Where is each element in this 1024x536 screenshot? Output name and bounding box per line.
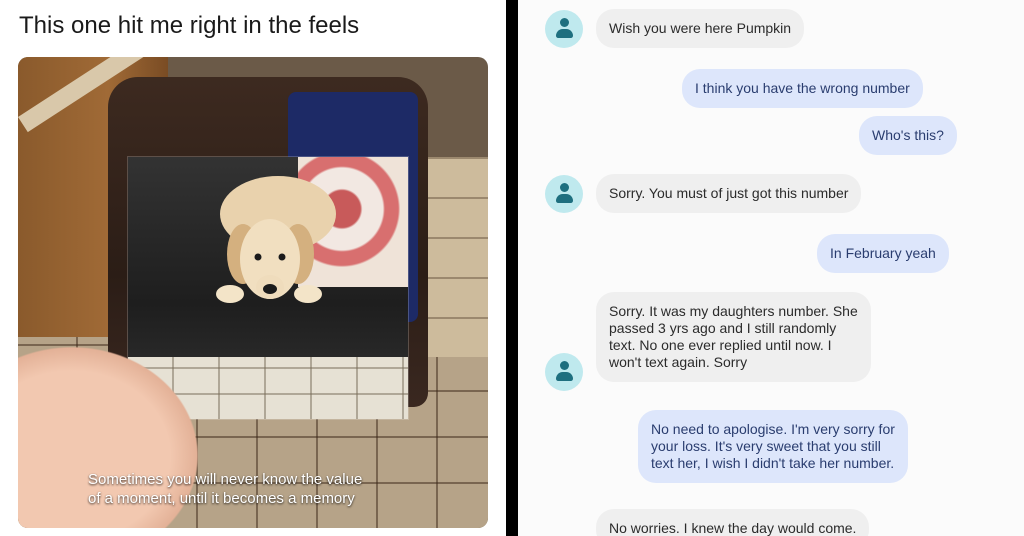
incoming-message: Wish you were here Pumpkin xyxy=(596,9,805,48)
caption-line: of a moment, until it becomes a memory xyxy=(88,490,355,507)
outgoing-message: No need to apologise. I'm very sorry for… xyxy=(638,410,908,483)
incoming-message: Sorry. You must of just got this number xyxy=(596,174,862,213)
contact-avatar-icon xyxy=(545,175,583,213)
contact-avatar-icon xyxy=(545,10,583,48)
outgoing-message: Who's this? xyxy=(859,116,957,155)
meme-photo: Sometimes you will never know the value … xyxy=(18,57,488,528)
incoming-message: No worries. I knew the day would come. xyxy=(596,509,870,536)
post-title: This one hit me right in the feels xyxy=(19,12,360,39)
meme-caption: Sometimes you will never know the value … xyxy=(88,470,362,508)
meme-panel: This one hit me right in the feels Somet… xyxy=(0,0,506,536)
outgoing-message: In February yeah xyxy=(817,234,949,273)
outgoing-message: I think you have the wrong number xyxy=(682,69,923,108)
chat-screenshot: Wish you were here Pumpkin I think you h… xyxy=(518,0,1024,536)
dog-illustration xyxy=(216,176,336,303)
incoming-message: Sorry. It was my daughters number. She p… xyxy=(596,292,871,382)
panel-divider xyxy=(506,0,518,536)
contact-avatar-icon xyxy=(545,353,583,391)
caption-line: Sometimes you will never know the value xyxy=(88,471,363,488)
